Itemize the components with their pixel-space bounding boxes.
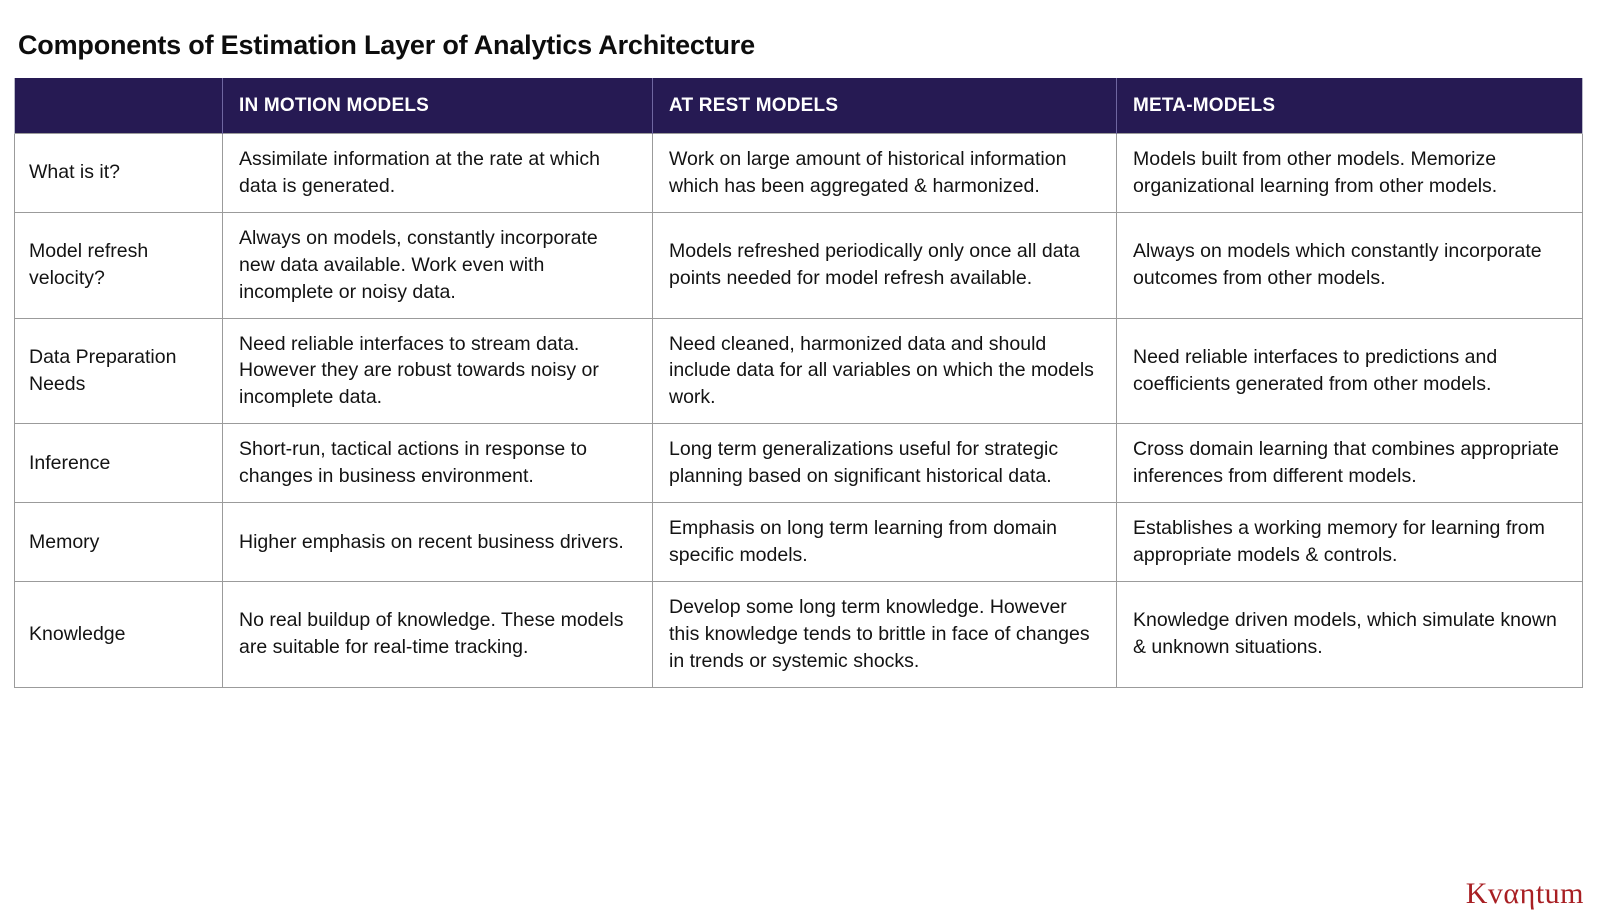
row-label-memory: Memory [14,502,223,582]
row-label-inference: Inference [14,423,223,504]
cell-knowledge-in-motion: No real buildup of knowledge. These mode… [222,580,653,688]
cell-memory-in-motion: Higher emphasis on recent business drive… [222,502,653,582]
page-title: Components of Estimation Layer of Analyt… [18,30,755,61]
cell-what-is-it-at-rest: Work on large amount of historical infor… [652,133,1117,213]
column-header-in-motion-models: IN MOTION MODELS [222,78,653,134]
slide-canvas: Components of Estimation Layer of Analyt… [0,0,1600,913]
cell-knowledge-at-rest: Develop some long term knowledge. Howeve… [652,580,1117,688]
table-row: Knowledge No real buildup of knowledge. … [14,580,1583,688]
comparison-table-container: IN MOTION MODELS AT REST MODELS META-MOD… [14,78,1583,688]
cell-knowledge-meta: Knowledge driven models, which simulate … [1116,580,1583,688]
cell-what-is-it-meta: Models built from other models. Memorize… [1116,133,1583,213]
cell-what-is-it-in-motion: Assimilate information at the rate at wh… [222,133,653,213]
kvantum-logo: Κvαηtum [1465,877,1584,910]
cell-data-preparation-needs-at-rest: Need cleaned, harmonized data and should… [652,317,1117,425]
table-header: IN MOTION MODELS AT REST MODELS META-MOD… [14,78,1583,134]
table-row: Model refresh velocity? Always on models… [14,211,1583,319]
cell-memory-meta: Establishes a working memory for learnin… [1116,502,1583,582]
cell-inference-meta: Cross domain learning that combines appr… [1116,423,1583,504]
cell-data-preparation-needs-in-motion: Need reliable interfaces to stream data.… [222,317,653,425]
row-label-what-is-it: What is it? [14,133,223,213]
cell-model-refresh-velocity-at-rest: Models refreshed periodically only once … [652,211,1117,319]
row-label-knowledge: Knowledge [14,580,223,688]
cell-memory-at-rest: Emphasis on long term learning from doma… [652,502,1117,582]
cell-data-preparation-needs-meta: Need reliable interfaces to predictions … [1116,317,1583,425]
table-body: What is it? Assimilate information at th… [14,133,1583,688]
table-row: Data Preparation Needs Need reliable int… [14,317,1583,425]
table-row: Memory Higher emphasis on recent busines… [14,502,1583,582]
cell-inference-at-rest: Long term generalizations useful for str… [652,423,1117,504]
row-label-data-preparation-needs: Data Preparation Needs [14,317,223,425]
header-row: IN MOTION MODELS AT REST MODELS META-MOD… [14,78,1583,134]
row-label-model-refresh-velocity: Model refresh velocity? [14,211,223,319]
cell-model-refresh-velocity-meta: Always on models which constantly incorp… [1116,211,1583,319]
table-row: What is it? Assimilate information at th… [14,133,1583,213]
column-header-at-rest-models: AT REST MODELS [652,78,1117,134]
column-header-meta-models: META-MODELS [1116,78,1583,134]
table-row: Inference Short-run, tactical actions in… [14,423,1583,504]
column-header-corner [14,78,223,134]
cell-inference-in-motion: Short-run, tactical actions in response … [222,423,653,504]
cell-model-refresh-velocity-in-motion: Always on models, constantly incorporate… [222,211,653,319]
comparison-table: IN MOTION MODELS AT REST MODELS META-MOD… [14,78,1583,688]
